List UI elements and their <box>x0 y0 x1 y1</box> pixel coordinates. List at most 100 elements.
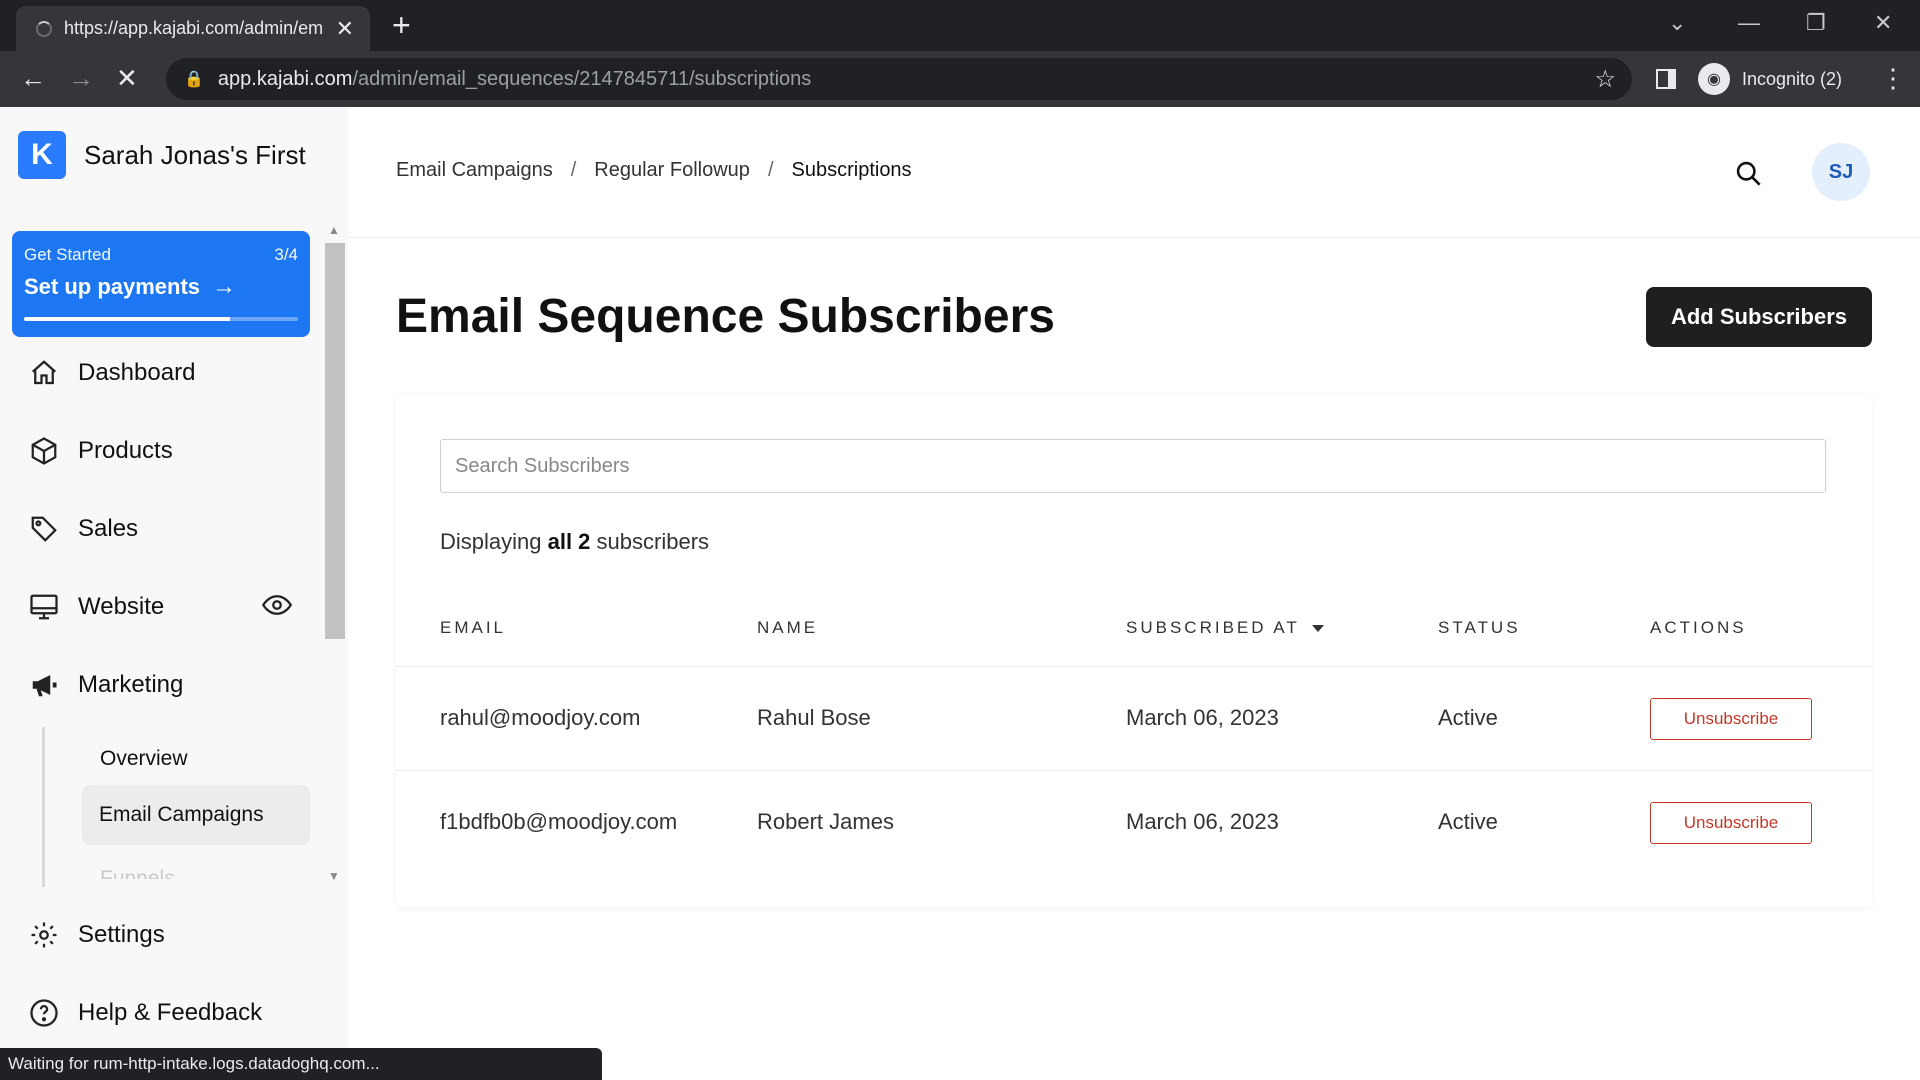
sidebar-subitem-label: Email Campaigns <box>99 803 264 826</box>
table-row: f1bdfb0b@moodjoy.com Robert James March … <box>396 771 1872 875</box>
column-header-actions: ACTIONS <box>1650 618 1747 637</box>
cell-status: Active <box>1438 705 1498 730</box>
column-header-label: SUBSCRIBED AT <box>1126 618 1300 637</box>
address-bar[interactable]: 🔒 app.kajabi.com/admin/email_sequences/2… <box>166 58 1632 100</box>
breadcrumb-subscriptions: Subscriptions <box>791 159 912 181</box>
browser-tab[interactable]: https://app.kajabi.com/admin/em ✕ <box>16 6 370 51</box>
get-started-progress-fill <box>24 317 230 321</box>
submenu-divider <box>42 727 45 887</box>
incognito-icon: ◉ <box>1698 63 1730 95</box>
sidebar-item-settings[interactable]: Settings <box>28 919 165 951</box>
megaphone-icon <box>28 669 60 701</box>
sidebar-item-label: Dashboard <box>78 359 196 386</box>
search-subscribers-input[interactable] <box>440 439 1826 493</box>
cell-status: Active <box>1438 809 1498 834</box>
breadcrumb-separator: / <box>570 159 577 181</box>
sidebar-item-sales[interactable]: Sales <box>28 513 138 545</box>
loading-spinner-icon <box>36 20 52 37</box>
scroll-up-arrow-icon[interactable]: ▲ <box>328 223 340 237</box>
question-circle-icon <box>28 997 60 1029</box>
sidebar-item-products[interactable]: Products <box>28 435 173 467</box>
lock-icon[interactable]: 🔒 <box>184 69 204 89</box>
tab-search-chevron-icon[interactable]: ⌄ <box>1668 10 1686 36</box>
sidebar-item-label: Products <box>78 437 173 464</box>
sidebar-item-label: Website <box>78 593 165 620</box>
sidebar-item-label: Marketing <box>78 671 184 698</box>
minimize-icon[interactable]: — <box>1738 10 1760 36</box>
sidebar-item-marketing[interactable]: Marketing <box>28 669 183 701</box>
avatar[interactable]: SJ <box>1812 143 1870 201</box>
browser-tab-bar: https://app.kajabi.com/admin/em ✕ + ⌄ — … <box>0 0 1920 51</box>
cell-email[interactable]: rahul@moodjoy.com <box>440 705 640 731</box>
site-name: Sarah Jonas's First <box>84 139 306 170</box>
table-header: EMAIL NAME SUBSCRIBED AT STATUS ACTIONS <box>396 587 1872 667</box>
sort-caret-down-icon <box>1311 625 1324 633</box>
forward-arrow-icon[interactable]: → <box>68 63 94 93</box>
column-header-status: STATUS <box>1438 618 1521 637</box>
box-icon <box>28 435 60 467</box>
breadcrumb-separator: / <box>767 159 774 181</box>
side-panel-icon[interactable] <box>1656 69 1676 89</box>
brand[interactable]: K Sarah Jonas's First <box>18 131 306 179</box>
sidebar: K Sarah Jonas's First Get Started 3/4 Se… <box>0 107 348 1080</box>
cell-subscribed-at: March 06, 2023 <box>1126 705 1279 730</box>
sidebar-subitem-partial[interactable]: Funnels <box>100 867 175 879</box>
column-header-subscribed-at[interactable]: SUBSCRIBED AT <box>1126 618 1324 638</box>
new-tab-icon[interactable]: + <box>392 8 411 42</box>
tag-icon <box>28 513 60 545</box>
get-started-progress-text: 3/4 <box>274 245 298 264</box>
browser-status-bar: Waiting for rum-http-intake.logs.datadog… <box>0 1048 602 1080</box>
count-bold: all 2 <box>547 529 591 554</box>
browser-menu-icon[interactable]: ⋮ <box>1880 63 1906 93</box>
subscriber-count: Displaying all 2 subscribers <box>440 529 709 555</box>
subscribers-card: Displaying all 2 subscribers EMAIL NAME … <box>396 395 1872 907</box>
count-suffix: subscribers <box>590 529 710 554</box>
arrow-right-icon: → <box>212 273 237 300</box>
sidebar-item-website[interactable]: Website <box>28 591 164 623</box>
cell-name: Rahul Bose <box>757 705 871 730</box>
cell-name: Robert James <box>757 809 894 834</box>
cell-subscribed-at: March 06, 2023 <box>1126 809 1279 834</box>
count-prefix: Displaying <box>440 529 548 554</box>
sidebar-scrollbar-thumb[interactable] <box>325 243 345 639</box>
sidebar-item-label: Sales <box>78 515 139 542</box>
get-started-progress-bar <box>24 317 298 321</box>
unsubscribe-button[interactable]: Unsubscribe <box>1650 698 1812 740</box>
get-started-title: Set up payments <box>24 274 201 299</box>
sidebar-subitem-email-campaigns[interactable]: Email Campaigns <box>82 785 310 845</box>
restore-icon[interactable]: ❐ <box>1806 10 1826 36</box>
column-header-email: EMAIL <box>440 618 507 637</box>
sidebar-item-dashboard[interactable]: Dashboard <box>28 357 195 389</box>
search-icon[interactable] <box>1734 159 1762 192</box>
browser-toolbar: ← → ✕ 🔒 app.kajabi.com/admin/email_seque… <box>0 51 1920 107</box>
sidebar-item-help[interactable]: Help & Feedback <box>28 997 262 1029</box>
stop-loading-icon[interactable]: ✕ <box>116 63 138 93</box>
add-subscribers-button[interactable]: Add Subscribers <box>1646 287 1872 347</box>
scroll-down-arrow-icon[interactable]: ▼ <box>328 869 340 883</box>
kajabi-logo-icon: K <box>18 131 66 179</box>
sidebar-item-label: Settings <box>78 921 165 948</box>
sidebar-subitem-overview[interactable]: Overview <box>100 747 188 771</box>
breadcrumb-email-campaigns[interactable]: Email Campaigns <box>396 159 553 182</box>
breadcrumb: Email Campaigns / Regular Followup / Sub… <box>396 159 912 182</box>
incognito-indicator[interactable]: ◉ Incognito (2) <box>1698 61 1842 97</box>
table-row: rahul@moodjoy.com Rahul Bose March 06, 2… <box>396 667 1872 771</box>
gear-icon <box>28 919 60 951</box>
cell-email[interactable]: f1bdfb0b@moodjoy.com <box>440 809 677 835</box>
bookmark-star-icon[interactable]: ☆ <box>1594 65 1616 94</box>
close-window-icon[interactable]: ✕ <box>1874 10 1892 36</box>
monitor-icon <box>28 591 60 623</box>
page-title: Email Sequence Subscribers <box>396 290 1055 343</box>
close-tab-icon[interactable]: ✕ <box>336 16 354 42</box>
unsubscribe-button[interactable]: Unsubscribe <box>1650 802 1812 844</box>
url-host: app.kajabi.com <box>217 67 353 90</box>
breadcrumb-regular-followup[interactable]: Regular Followup <box>594 159 750 182</box>
eye-icon[interactable] <box>261 593 293 622</box>
back-arrow-icon[interactable]: ← <box>20 63 46 93</box>
tab-title: https://app.kajabi.com/admin/em <box>64 18 324 38</box>
main-content: Email Campaigns / Regular Followup / Sub… <box>348 107 1920 1080</box>
incognito-label: Incognito (2) <box>1742 68 1843 89</box>
column-header-name: NAME <box>757 618 819 637</box>
get-started-card[interactable]: Get Started 3/4 Set up payments → <box>12 231 310 337</box>
url-path: /admin/email_sequences/2147845711/subscr… <box>352 67 812 90</box>
